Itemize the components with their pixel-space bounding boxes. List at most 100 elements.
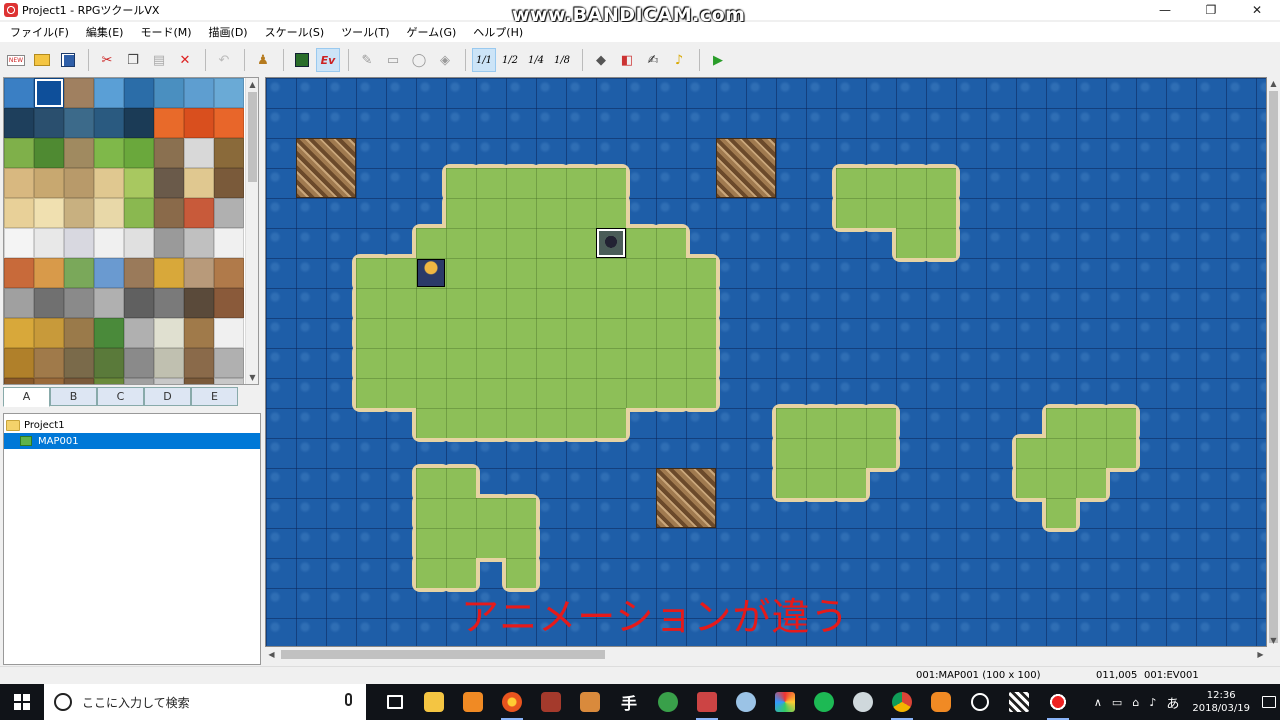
tileset-tile[interactable]: [4, 288, 34, 318]
tileset-tile[interactable]: [34, 168, 64, 198]
tileset-tile[interactable]: [94, 198, 124, 228]
tileset-tile[interactable]: [4, 138, 34, 168]
taskbar-clapper[interactable]: [1004, 684, 1034, 720]
tileset-tile[interactable]: [184, 378, 214, 384]
tileset-tile[interactable]: [184, 348, 214, 378]
save-project-button[interactable]: [56, 48, 80, 72]
scroll-up-arrow-icon[interactable]: ▲: [246, 78, 258, 91]
material-manager-button[interactable]: ◧: [615, 48, 639, 72]
taskbar-chart-app[interactable]: [653, 684, 683, 720]
menu-help[interactable]: ヘルプ(H): [463, 24, 530, 40]
tileset-tile[interactable]: [124, 318, 154, 348]
undo-button[interactable]: ↶: [212, 48, 236, 72]
tileset-tile[interactable]: [94, 108, 124, 138]
tileset-tile[interactable]: [4, 198, 34, 228]
tab-b[interactable]: B: [50, 387, 97, 406]
cave-event[interactable]: [597, 229, 625, 257]
tileset-tile[interactable]: [4, 318, 34, 348]
close-button[interactable]: ✕: [1234, 0, 1280, 20]
scroll-left-arrow-icon[interactable]: ◀: [265, 648, 278, 661]
taskbar-media[interactable]: [458, 684, 488, 720]
tileset-tile[interactable]: [214, 318, 244, 348]
tileset-tile[interactable]: [94, 348, 124, 378]
tileset-tile[interactable]: [4, 228, 34, 258]
tileset-tile[interactable]: [214, 108, 244, 138]
volume-icon[interactable]: ♪: [1149, 696, 1156, 709]
scale-1-1-button[interactable]: 1/1: [472, 48, 496, 72]
paste-button[interactable]: ▤: [147, 48, 171, 72]
menu-mode[interactable]: モード(M): [130, 24, 198, 40]
tileset-tile[interactable]: [64, 258, 94, 288]
scale-1-4-button[interactable]: 1/4: [524, 48, 548, 72]
tileset-tile[interactable]: [154, 138, 184, 168]
tileset-tile[interactable]: [214, 78, 244, 108]
tileset-tile[interactable]: [4, 108, 34, 138]
tileset-tile[interactable]: [154, 378, 184, 384]
tileset-tile[interactable]: [4, 168, 34, 198]
tileset-tile[interactable]: [64, 228, 94, 258]
action-center-button[interactable]: [1258, 684, 1280, 720]
taskbar-clock[interactable]: 12:36 2018/03/19: [1192, 689, 1250, 715]
map-horizontal-scrollbar[interactable]: ◀ ▶: [265, 648, 1267, 661]
tileset-tile[interactable]: [34, 78, 64, 108]
tileset-tile[interactable]: [124, 378, 154, 384]
taskbar-clock-app[interactable]: [965, 684, 995, 720]
menu-tools[interactable]: ツール(T): [331, 24, 396, 40]
rock-mountain-tile[interactable]: [296, 138, 356, 198]
taskbar-search-box[interactable]: ここに入力して検索: [44, 684, 366, 720]
tileset-tile[interactable]: [64, 318, 94, 348]
tileset-tile[interactable]: [154, 228, 184, 258]
microphone-icon[interactable]: [345, 693, 352, 706]
tileset-tile[interactable]: [124, 348, 154, 378]
map-hscroll-thumb[interactable]: [281, 650, 605, 659]
taskbar-explorer[interactable]: [419, 684, 449, 720]
map-vscroll-thumb[interactable]: [1269, 91, 1278, 643]
taskbar-spotify[interactable]: [809, 684, 839, 720]
menu-draw[interactable]: 描画(D): [199, 24, 255, 40]
tileset-tile[interactable]: [214, 258, 244, 288]
tab-d[interactable]: D: [144, 387, 191, 406]
menu-scale[interactable]: スケール(S): [255, 24, 332, 40]
tileset-tile[interactable]: [94, 318, 124, 348]
tileset-tile[interactable]: [124, 108, 154, 138]
tileset-tile[interactable]: [64, 78, 94, 108]
map-canvas[interactable]: アニメーションが違う: [265, 77, 1267, 647]
palette-scroll-thumb[interactable]: [248, 92, 257, 182]
tileset-tile[interactable]: [124, 228, 154, 258]
rock-mountain-tile[interactable]: [656, 468, 716, 528]
taskbar-photo-app[interactable]: [575, 684, 605, 720]
pencil-tool-button[interactable]: ✎: [355, 48, 379, 72]
map-layer-button[interactable]: [290, 48, 314, 72]
tileset-tile[interactable]: [214, 138, 244, 168]
copy-button[interactable]: ❐: [121, 48, 145, 72]
tileset-tile[interactable]: [154, 198, 184, 228]
tileset-tile[interactable]: [64, 198, 94, 228]
cut-button[interactable]: ✂: [95, 48, 119, 72]
tileset-tile[interactable]: [214, 198, 244, 228]
tileset-tile[interactable]: [64, 288, 94, 318]
tab-a[interactable]: A: [3, 387, 50, 407]
tileset-tile[interactable]: [34, 288, 64, 318]
tileset-tile[interactable]: [94, 378, 124, 384]
tileset-tile[interactable]: [214, 348, 244, 378]
event-mode-button[interactable]: Ev: [316, 48, 340, 72]
tileset-tile[interactable]: [94, 168, 124, 198]
taskbar-paint[interactable]: [731, 684, 761, 720]
tileset-tile[interactable]: [34, 258, 64, 288]
tileset-tile[interactable]: [94, 258, 124, 288]
tileset-tile[interactable]: [184, 318, 214, 348]
taskbar-bandicam[interactable]: [1043, 684, 1073, 720]
tileset-tile[interactable]: [4, 348, 34, 378]
network-icon[interactable]: ⌂: [1132, 696, 1139, 709]
rectangle-tool-button[interactable]: ▭: [381, 48, 405, 72]
tileset-tile[interactable]: [214, 228, 244, 258]
tileset-tile[interactable]: [184, 138, 214, 168]
taskbar-rpg-maker[interactable]: [692, 684, 722, 720]
tileset-tile[interactable]: [184, 228, 214, 258]
tileset-tile[interactable]: [94, 138, 124, 168]
tileset-tile[interactable]: [124, 198, 154, 228]
scroll-right-arrow-icon[interactable]: ▶: [1254, 648, 1267, 661]
tileset-tile[interactable]: [94, 288, 124, 318]
tileset-tile[interactable]: [124, 168, 154, 198]
tray-expand-icon[interactable]: ∧: [1094, 696, 1102, 709]
